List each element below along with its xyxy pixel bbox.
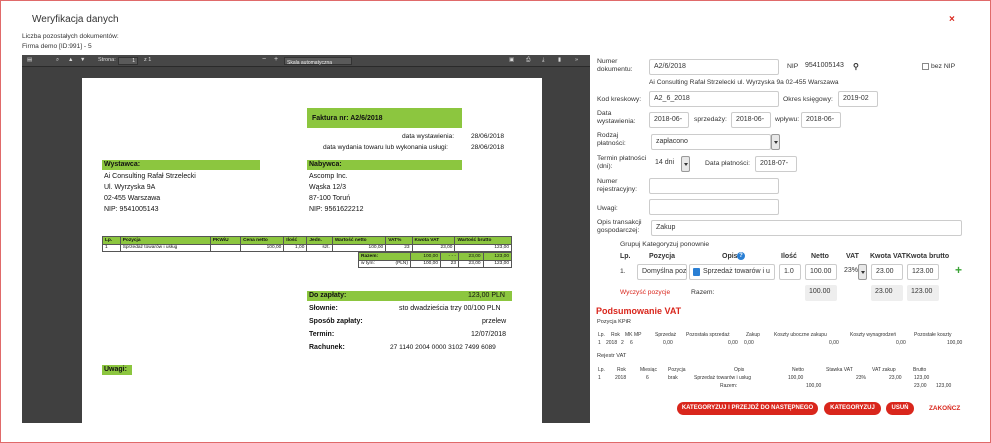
table-header-row: Lp. Pozycja PKWiU Cena netto Ilość Jedn.… [102, 236, 512, 245]
page-number-input[interactable]: 1 [118, 57, 138, 65]
finish-button[interactable]: ZAKOŃCZ [929, 405, 960, 412]
pdf-toolbar: ▤ ⌕ ▲ ▼ Strona: 1 z 1 − + Skala automaty… [22, 55, 590, 67]
seller-line: Ai Consulting Rafał Strzelecki ul. Wyrzy… [649, 79, 839, 86]
description-input[interactable]: Zakup [651, 220, 962, 236]
prev-page-icon[interactable]: ▲ [68, 57, 73, 63]
pay-label: Do zapłaty: [309, 292, 347, 299]
categorize-next-button[interactable]: KATEGORYZUJ I PRZEJDŹ DO NASTĘPNEGO [677, 402, 818, 415]
notes-input[interactable] [649, 199, 779, 215]
clear-positions-link[interactable]: Wyczyść pozycje [620, 289, 670, 296]
zoom-out-button[interactable]: − [262, 56, 266, 63]
doc-number-input[interactable]: A2/6/2018 [649, 59, 779, 75]
table-row: Razem: 100,00 - - - 23,00 123,00 [358, 252, 513, 261]
barcode-input[interactable]: A2_6_2018 [649, 91, 779, 107]
vat-register-title: Rejestr VAT [597, 353, 627, 359]
sum-vat: 23.00 [871, 285, 903, 301]
categorize-button[interactable]: KATEGORYZUJ [824, 402, 881, 415]
payment-type-select[interactable]: zapłacono [651, 134, 771, 150]
reg-number-input[interactable] [649, 178, 779, 194]
document-icon [693, 268, 700, 276]
chevron-down-icon[interactable] [681, 156, 690, 172]
zoom-select[interactable]: Skala automatyczna [284, 57, 352, 66]
remaining-docs-label: Liczba pozostałych dokumentów: [22, 33, 119, 40]
vat-amount-input[interactable]: 23.00 [871, 264, 903, 280]
gross-input[interactable]: 123.00 [907, 264, 939, 280]
zoom-in-button[interactable]: + [274, 56, 278, 63]
bookmark-icon[interactable]: ▮ [558, 57, 561, 63]
payment-term-select[interactable]: 14 dni [651, 156, 681, 172]
print-icon[interactable]: ⎙ [526, 57, 530, 64]
page-total: z 1 [144, 57, 152, 63]
buyer-title: Nabywca: [309, 161, 342, 168]
chevron-down-icon[interactable] [858, 264, 867, 280]
close-icon[interactable]: × [949, 14, 955, 25]
position-desc-input[interactable]: Sprzedaż towarów i u [689, 264, 775, 280]
page-label: Strona: [98, 57, 116, 63]
search-icon[interactable]: ⚲ [853, 62, 859, 71]
modal-title: Weryfikacja danych [32, 14, 119, 25]
seller-title: Wystawca: [104, 161, 141, 168]
vat-select[interactable]: 23% [840, 264, 858, 280]
tools-icon[interactable]: » [575, 57, 578, 63]
table-row: 1 Sprzedaż towarów i usług 100,00 1,00 s… [102, 243, 512, 252]
next-page-icon[interactable]: ▼ [80, 57, 85, 63]
no-nip-label: bez NIP [931, 63, 956, 70]
receipt-date-input[interactable]: 2018-06- [801, 112, 841, 128]
net-input[interactable]: 100.00 [805, 264, 837, 280]
invoice-notes-label: Uwagi: [104, 366, 127, 373]
quantity-input[interactable]: 1.0 [779, 264, 801, 280]
invoice-page: Faktura nr: A2/6/2018 data wystawienia: … [82, 78, 542, 423]
sidebar-toggle-icon[interactable]: ▤ [27, 57, 32, 63]
nip-input[interactable]: 9541005143 [799, 59, 851, 75]
sum-gross: 123.00 [907, 285, 939, 301]
position-lp: 1. [620, 268, 626, 275]
kpir-title: Pozycja KPiR [597, 319, 631, 325]
delete-button[interactable]: USUŃ [886, 402, 914, 415]
issue-date-input[interactable]: 2018-06- [649, 112, 689, 128]
firm-label: Firma demo [ID:991] - 5 [22, 43, 92, 50]
search-icon[interactable]: ⌕ [56, 57, 59, 64]
pay-value: 123,00 PLN [468, 292, 505, 299]
pdf-viewer[interactable]: ▤ ⌕ ▲ ▼ Strona: 1 z 1 − + Skala automaty… [22, 55, 590, 423]
invoice-sum-table: Razem: 100,00 - - - 23,00 123,00 w tym: … [358, 252, 513, 268]
payment-date-input[interactable]: 2018-07- [755, 156, 797, 172]
group-recategorize-label[interactable]: Grupuj Kategoryzuj ponownie [620, 241, 709, 249]
chevron-down-icon[interactable] [771, 134, 780, 150]
add-position-button[interactable]: + [955, 263, 962, 277]
no-nip-checkbox[interactable] [922, 63, 929, 70]
sale-date-input[interactable]: 2018-06- [731, 112, 771, 128]
period-input[interactable]: 2019-02 [838, 91, 878, 107]
invoice-title: Faktura nr: A2/6/2018 [312, 115, 383, 122]
sum-net: 100.00 [805, 285, 837, 301]
presentation-icon[interactable]: ▣ [509, 57, 514, 63]
help-icon[interactable]: ? [737, 252, 745, 260]
table-row: w tym: (PLN) 100,00 23 23,00 123,00 [358, 259, 513, 268]
download-icon[interactable]: ⤓ [542, 57, 544, 64]
position-name-input[interactable]: Domyślna poz [637, 264, 687, 280]
vat-summary-title: Podsumowanie VAT [596, 306, 682, 316]
